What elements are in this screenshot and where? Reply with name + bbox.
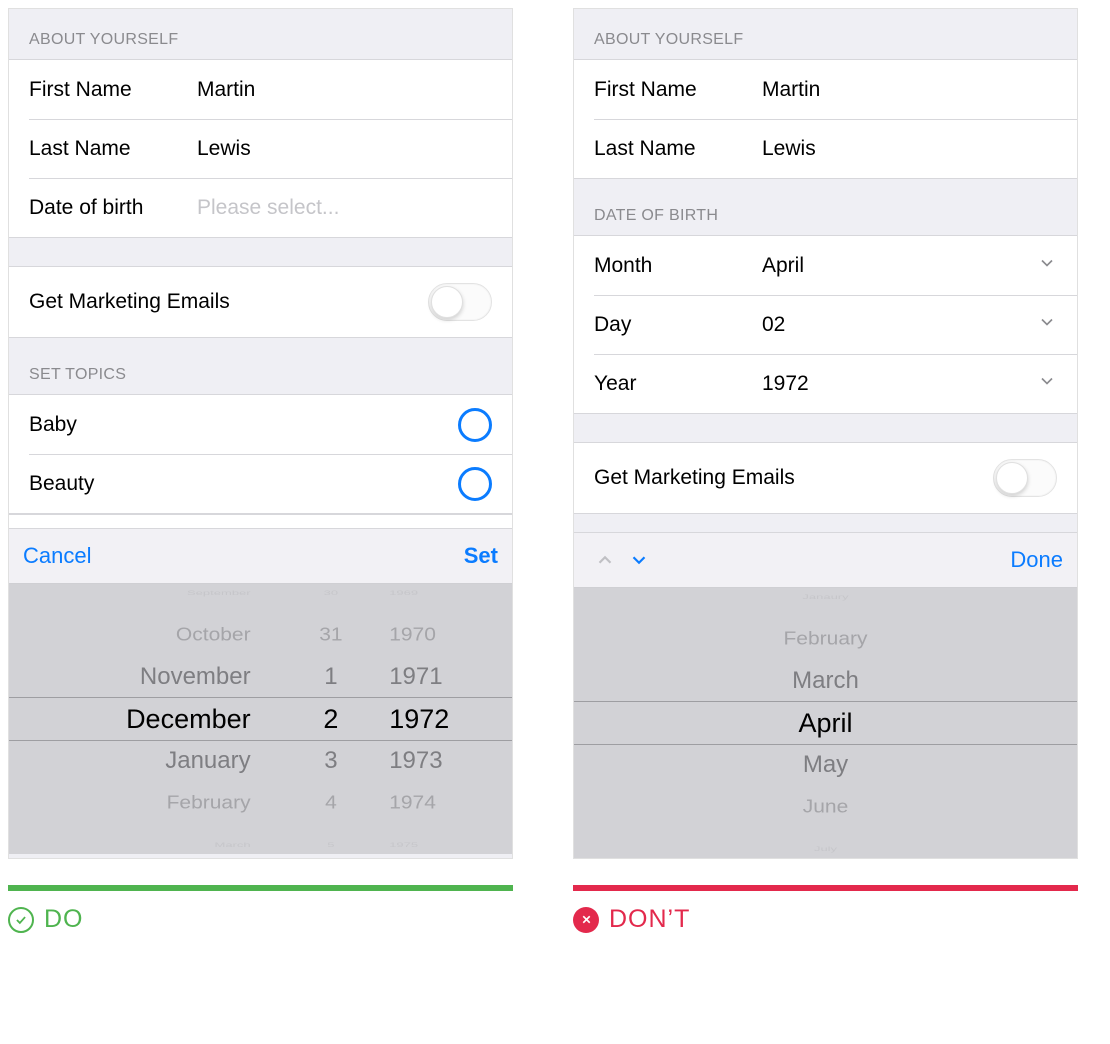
- set-button[interactable]: Set: [464, 543, 498, 569]
- month-wheel[interactable]: Janaury February March April May June Ju…: [574, 588, 1077, 858]
- first-name-label: First Name: [29, 78, 197, 102]
- section-header-dob: DATE OF BIRTH: [574, 179, 1077, 235]
- section-header-about: ABOUT YOURSELF: [574, 9, 1077, 59]
- year-value: 1972: [762, 372, 809, 396]
- first-name-row[interactable]: First Name Martin: [9, 60, 512, 119]
- chevron-down-icon: [1037, 312, 1057, 338]
- chevron-down-icon: [1037, 253, 1057, 279]
- next-field-button[interactable]: [622, 543, 656, 577]
- section-header-about: ABOUT YOURSELF: [9, 9, 512, 59]
- month-value: April: [762, 254, 804, 278]
- marketing-toggle[interactable]: [428, 283, 492, 321]
- do-caption-block: DO: [8, 885, 513, 934]
- do-panel: ABOUT YOURSELF First Name Martin Last Na…: [8, 8, 513, 859]
- topic-label: Beauty: [29, 472, 94, 496]
- first-name-value: Martin: [197, 78, 255, 102]
- prev-field-button: [588, 543, 622, 577]
- last-name-label: Last Name: [29, 137, 197, 161]
- done-button[interactable]: Done: [1010, 547, 1063, 573]
- year-wheel[interactable]: 1969 1970 1971 1972 1973 1974 1975: [381, 584, 512, 854]
- topic-radio[interactable]: [458, 408, 492, 442]
- dob-row[interactable]: Date of birth Please select...: [29, 178, 512, 237]
- day-label: Day: [594, 313, 762, 337]
- picker-toolbar: Done: [574, 532, 1077, 588]
- marketing-label: Get Marketing Emails: [594, 466, 795, 490]
- dob-label: Date of birth: [29, 196, 197, 220]
- x-circle-icon: [573, 907, 599, 933]
- month-wheel[interactable]: September October November December Janu…: [9, 584, 281, 854]
- year-label: Year: [594, 372, 762, 396]
- about-rows: First Name Martin Last Name Lewis Date o…: [9, 59, 512, 238]
- about-rows: First Name Martin Last Name Lewis: [574, 59, 1077, 179]
- marketing-row[interactable]: Get Marketing Emails: [9, 266, 512, 338]
- checkmark-circle-icon: [8, 907, 34, 933]
- chevron-down-icon: [1037, 371, 1057, 397]
- last-name-value: Lewis: [762, 137, 816, 161]
- first-name-label: First Name: [594, 78, 762, 102]
- topics-peek: [9, 514, 512, 528]
- marketing-toggle[interactable]: [993, 459, 1057, 497]
- year-row[interactable]: Year 1972: [594, 354, 1077, 413]
- dont-bar: [573, 885, 1078, 891]
- topics-rows: Baby Beauty: [9, 394, 512, 514]
- dont-label: DON’T: [609, 905, 690, 934]
- last-name-row[interactable]: Last Name Lewis: [29, 119, 512, 178]
- first-name-value: Martin: [762, 78, 820, 102]
- dont-caption-block: DON’T: [573, 885, 1078, 934]
- last-name-row[interactable]: Last Name Lewis: [594, 119, 1077, 178]
- date-picker[interactable]: September October November December Janu…: [9, 584, 512, 854]
- day-value: 02: [762, 313, 785, 337]
- topic-label: Baby: [29, 413, 77, 437]
- month-label: Month: [594, 254, 762, 278]
- marketing-row[interactable]: Get Marketing Emails: [574, 442, 1077, 514]
- first-name-row[interactable]: First Name Martin: [574, 60, 1077, 119]
- topic-radio[interactable]: [458, 467, 492, 501]
- dob-rows: Month April Day 02 Year 1972: [574, 235, 1077, 414]
- month-picker[interactable]: Janaury February March April May June Ju…: [574, 588, 1077, 858]
- dont-panel: ABOUT YOURSELF First Name Martin Last Na…: [573, 8, 1078, 859]
- do-bar: [8, 885, 513, 891]
- day-row[interactable]: Day 02: [594, 295, 1077, 354]
- last-name-value: Lewis: [197, 137, 251, 161]
- cancel-button[interactable]: Cancel: [23, 543, 91, 569]
- month-row[interactable]: Month April: [574, 236, 1077, 295]
- topic-row[interactable]: Baby: [9, 395, 512, 454]
- topic-row[interactable]: Beauty: [29, 454, 512, 513]
- day-wheel[interactable]: 30 31 1 2 3 4 5: [281, 584, 382, 854]
- section-header-topics: SET TOPICS: [9, 338, 512, 394]
- dont-caption: DON’T: [573, 905, 1078, 934]
- marketing-label: Get Marketing Emails: [29, 290, 230, 314]
- last-name-label: Last Name: [594, 137, 762, 161]
- dob-placeholder: Please select...: [197, 196, 339, 220]
- picker-toolbar: Cancel Set: [9, 528, 512, 584]
- do-caption: DO: [8, 905, 513, 934]
- do-label: DO: [44, 905, 84, 934]
